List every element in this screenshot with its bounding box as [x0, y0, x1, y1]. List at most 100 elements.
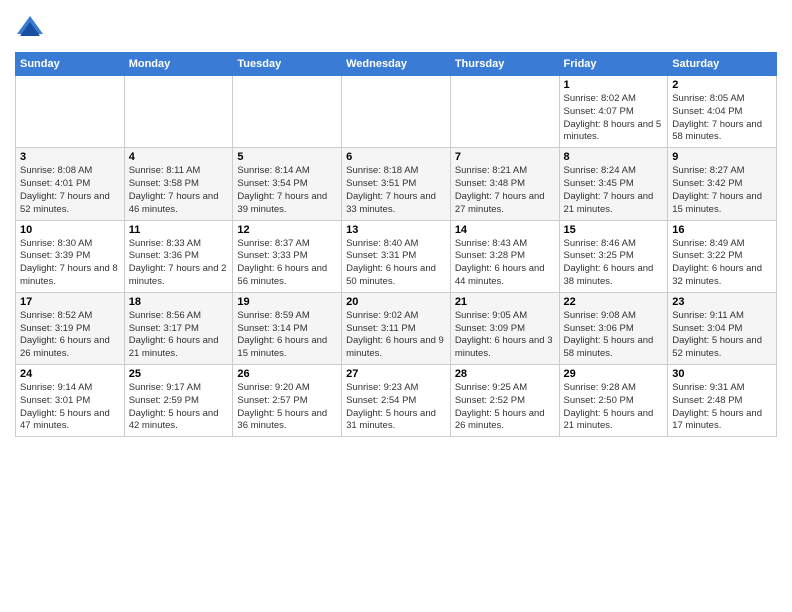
weekday-header-sunday: Sunday: [16, 53, 125, 76]
day-number: 7: [455, 151, 555, 163]
day-info: Sunrise: 9:05 AM Sunset: 3:09 PM Dayligh…: [455, 310, 555, 361]
day-info: Sunrise: 9:20 AM Sunset: 2:57 PM Dayligh…: [237, 382, 337, 433]
page: SundayMondayTuesdayWednesdayThursdayFrid…: [0, 0, 792, 612]
calendar-cell: 19 Sunrise: 8:59 AM Sunset: 3:14 PM Dayli…: [233, 292, 342, 364]
day-number: 6: [346, 151, 446, 163]
day-number: 19: [237, 296, 337, 308]
day-number: 2: [672, 79, 772, 91]
day-info: Sunrise: 8:43 AM Sunset: 3:28 PM Dayligh…: [455, 238, 555, 289]
day-info: Sunrise: 8:02 AM Sunset: 4:07 PM Dayligh…: [564, 93, 664, 144]
day-number: 28: [455, 368, 555, 380]
day-number: 15: [564, 224, 664, 236]
week-row-3: 10 Sunrise: 8:30 AM Sunset: 3:39 PM Dayli…: [16, 220, 777, 292]
day-info: Sunrise: 9:25 AM Sunset: 2:52 PM Dayligh…: [455, 382, 555, 433]
logo-icon: [15, 14, 45, 44]
calendar-cell: 17Sunrise: 8:52 AM Sunset: 3:19 PM Dayli…: [16, 292, 125, 364]
calendar-cell: 18 Sunrise: 8:56 AM Sunset: 3:17 PM Dayli…: [124, 292, 233, 364]
calendar-cell: 29 Sunrise: 9:28 AM Sunset: 2:50 PM Dayli…: [559, 365, 668, 437]
day-number: 25: [129, 368, 229, 380]
weekday-header-saturday: Saturday: [668, 53, 777, 76]
day-info: Sunrise: 8:18 AM Sunset: 3:51 PM Dayligh…: [346, 165, 446, 216]
day-info: Sunrise: 8:21 AM Sunset: 3:48 PM Dayligh…: [455, 165, 555, 216]
calendar-cell: 26 Sunrise: 9:20 AM Sunset: 2:57 PM Dayli…: [233, 365, 342, 437]
calendar-cell: 9 Sunrise: 8:27 AM Sunset: 3:42 PM Daylig…: [668, 148, 777, 220]
calendar-cell: 13 Sunrise: 8:40 AM Sunset: 3:31 PM Dayli…: [342, 220, 451, 292]
day-number: 12: [237, 224, 337, 236]
calendar-cell: [342, 76, 451, 148]
day-info: Sunrise: 8:11 AM Sunset: 3:58 PM Dayligh…: [129, 165, 229, 216]
calendar-cell: 23 Sunrise: 9:11 AM Sunset: 3:04 PM Dayli…: [668, 292, 777, 364]
day-number: 10: [20, 224, 120, 236]
day-info: Sunrise: 9:02 AM Sunset: 3:11 PM Dayligh…: [346, 310, 446, 361]
day-info: Sunrise: 8:49 AM Sunset: 3:22 PM Dayligh…: [672, 238, 772, 289]
day-info: Sunrise: 8:59 AM Sunset: 3:14 PM Dayligh…: [237, 310, 337, 361]
calendar-cell: [16, 76, 125, 148]
weekday-header-thursday: Thursday: [450, 53, 559, 76]
calendar-cell: 15 Sunrise: 8:46 AM Sunset: 3:25 PM Dayli…: [559, 220, 668, 292]
day-info: Sunrise: 8:56 AM Sunset: 3:17 PM Dayligh…: [129, 310, 229, 361]
calendar-cell: 14 Sunrise: 8:43 AM Sunset: 3:28 PM Dayli…: [450, 220, 559, 292]
day-info: Sunrise: 9:11 AM Sunset: 3:04 PM Dayligh…: [672, 310, 772, 361]
week-row-4: 17Sunrise: 8:52 AM Sunset: 3:19 PM Dayli…: [16, 292, 777, 364]
day-info: Sunrise: 8:24 AM Sunset: 3:45 PM Dayligh…: [564, 165, 664, 216]
day-number: 13: [346, 224, 446, 236]
day-info: Sunrise: 8:40 AM Sunset: 3:31 PM Dayligh…: [346, 238, 446, 289]
day-number: 23: [672, 296, 772, 308]
header: [15, 10, 777, 44]
day-number: 11: [129, 224, 229, 236]
weekday-header-monday: Monday: [124, 53, 233, 76]
day-number: 14: [455, 224, 555, 236]
calendar-cell: 8Sunrise: 8:24 AM Sunset: 3:45 PM Daylig…: [559, 148, 668, 220]
calendar-cell: 25Sunrise: 9:17 AM Sunset: 2:59 PM Dayli…: [124, 365, 233, 437]
calendar-cell: 11 Sunrise: 8:33 AM Sunset: 3:36 PM Dayli…: [124, 220, 233, 292]
day-info: Sunrise: 9:23 AM Sunset: 2:54 PM Dayligh…: [346, 382, 446, 433]
day-number: 3: [20, 151, 120, 163]
day-info: Sunrise: 8:52 AM Sunset: 3:19 PM Dayligh…: [20, 310, 120, 361]
calendar-table: SundayMondayTuesdayWednesdayThursdayFrid…: [15, 52, 777, 437]
day-number: 20: [346, 296, 446, 308]
calendar-cell: 12Sunrise: 8:37 AM Sunset: 3:33 PM Dayli…: [233, 220, 342, 292]
calendar-cell: 28 Sunrise: 9:25 AM Sunset: 2:52 PM Dayli…: [450, 365, 559, 437]
weekday-header-tuesday: Tuesday: [233, 53, 342, 76]
day-number: 1: [564, 79, 664, 91]
day-info: Sunrise: 9:28 AM Sunset: 2:50 PM Dayligh…: [564, 382, 664, 433]
day-info: Sunrise: 8:27 AM Sunset: 3:42 PM Dayligh…: [672, 165, 772, 216]
day-number: 9: [672, 151, 772, 163]
day-number: 4: [129, 151, 229, 163]
calendar-cell: 3 Sunrise: 8:08 AM Sunset: 4:01 PM Daylig…: [16, 148, 125, 220]
day-number: 27: [346, 368, 446, 380]
day-info: Sunrise: 8:05 AM Sunset: 4:04 PM Dayligh…: [672, 93, 772, 144]
weekday-header-friday: Friday: [559, 53, 668, 76]
day-info: Sunrise: 8:14 AM Sunset: 3:54 PM Dayligh…: [237, 165, 337, 216]
day-info: Sunrise: 8:46 AM Sunset: 3:25 PM Dayligh…: [564, 238, 664, 289]
week-row-1: 1 Sunrise: 8:02 AM Sunset: 4:07 PM Daylig…: [16, 76, 777, 148]
calendar-cell: [233, 76, 342, 148]
calendar-cell: 5Sunrise: 8:14 AM Sunset: 3:54 PM Daylig…: [233, 148, 342, 220]
day-info: Sunrise: 8:30 AM Sunset: 3:39 PM Dayligh…: [20, 238, 120, 289]
calendar-cell: 21 Sunrise: 9:05 AM Sunset: 3:09 PM Dayli…: [450, 292, 559, 364]
logo: [15, 14, 49, 44]
week-row-5: 24Sunrise: 9:14 AM Sunset: 3:01 PM Dayli…: [16, 365, 777, 437]
calendar-cell: 30Sunrise: 9:31 AM Sunset: 2:48 PM Dayli…: [668, 365, 777, 437]
calendar-cell: 16 Sunrise: 8:49 AM Sunset: 3:22 PM Dayli…: [668, 220, 777, 292]
week-row-2: 3 Sunrise: 8:08 AM Sunset: 4:01 PM Daylig…: [16, 148, 777, 220]
day-number: 24: [20, 368, 120, 380]
calendar-cell: 7 Sunrise: 8:21 AM Sunset: 3:48 PM Daylig…: [450, 148, 559, 220]
day-info: Sunrise: 8:33 AM Sunset: 3:36 PM Dayligh…: [129, 238, 229, 289]
day-number: 21: [455, 296, 555, 308]
calendar-cell: 27 Sunrise: 9:23 AM Sunset: 2:54 PM Dayli…: [342, 365, 451, 437]
calendar-cell: 22Sunrise: 9:08 AM Sunset: 3:06 PM Dayli…: [559, 292, 668, 364]
day-number: 30: [672, 368, 772, 380]
weekday-header-row: SundayMondayTuesdayWednesdayThursdayFrid…: [16, 53, 777, 76]
day-info: Sunrise: 8:08 AM Sunset: 4:01 PM Dayligh…: [20, 165, 120, 216]
calendar-cell: [450, 76, 559, 148]
day-number: 29: [564, 368, 664, 380]
day-number: 16: [672, 224, 772, 236]
day-number: 22: [564, 296, 664, 308]
calendar-cell: 20 Sunrise: 9:02 AM Sunset: 3:11 PM Dayli…: [342, 292, 451, 364]
weekday-header-wednesday: Wednesday: [342, 53, 451, 76]
day-number: 18: [129, 296, 229, 308]
calendar-cell: 4 Sunrise: 8:11 AM Sunset: 3:58 PM Daylig…: [124, 148, 233, 220]
day-number: 26: [237, 368, 337, 380]
calendar-cell: 24Sunrise: 9:14 AM Sunset: 3:01 PM Dayli…: [16, 365, 125, 437]
